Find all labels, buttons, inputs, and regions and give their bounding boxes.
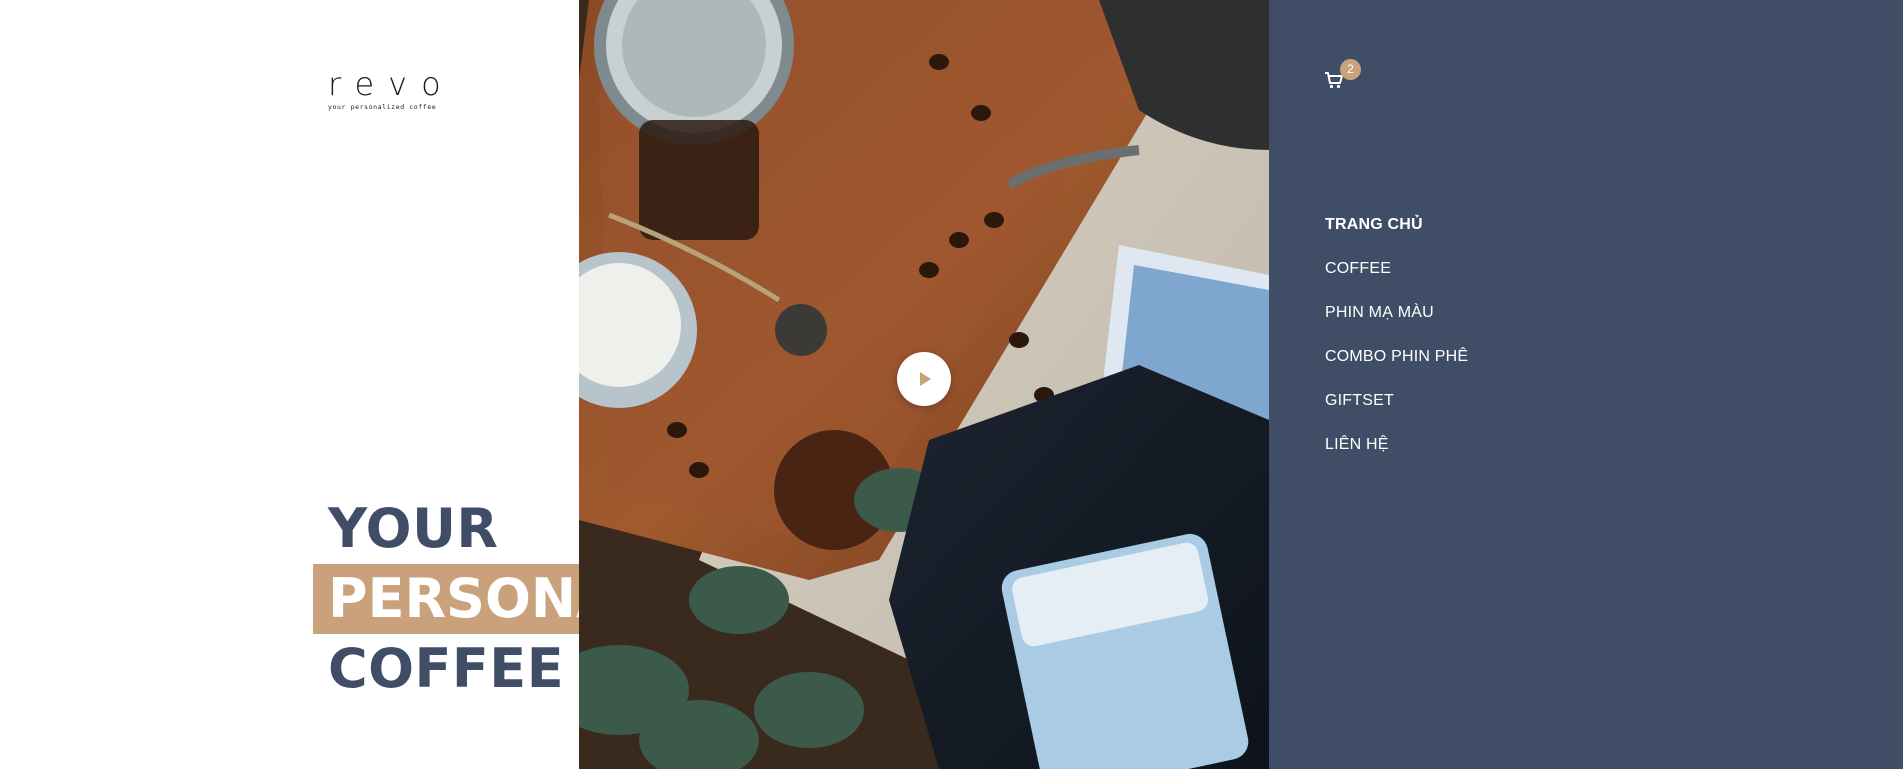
logo-wordmark: revo [328, 65, 455, 103]
nav-item-combo-phin-phe[interactable]: COMBO PHIN PHÊ [1325, 347, 1468, 391]
nav-item-trang-chu[interactable]: TRANG CHỦ [1325, 215, 1468, 259]
nav-item-phin-ma-mau[interactable]: PHIN MẠ MÀU [1325, 303, 1468, 347]
play-video-button[interactable] [897, 352, 951, 406]
brand-logo[interactable]: revo your personalized coffee [328, 68, 448, 114]
hero-photo [579, 0, 1269, 769]
headline-line-1: YOUR [328, 497, 499, 560]
nav-item-coffee[interactable]: COFFEE [1325, 259, 1468, 303]
menu-panel: 2 TRANG CHỦ COFFEE PHIN MẠ MÀU COMBO PHI… [1269, 0, 1903, 769]
logo-tagline: your personalized coffee [328, 103, 437, 111]
nav-item-giftset[interactable]: GIFTSET [1325, 391, 1468, 435]
cart-count-badge: 2 [1340, 59, 1361, 80]
main-nav: TRANG CHỦ COFFEE PHIN MẠ MÀU COMBO PHIN … [1325, 215, 1468, 479]
nav-item-lien-he[interactable]: LIÊN HỆ [1325, 435, 1468, 479]
headline-line-3: COFFEE [328, 637, 565, 700]
